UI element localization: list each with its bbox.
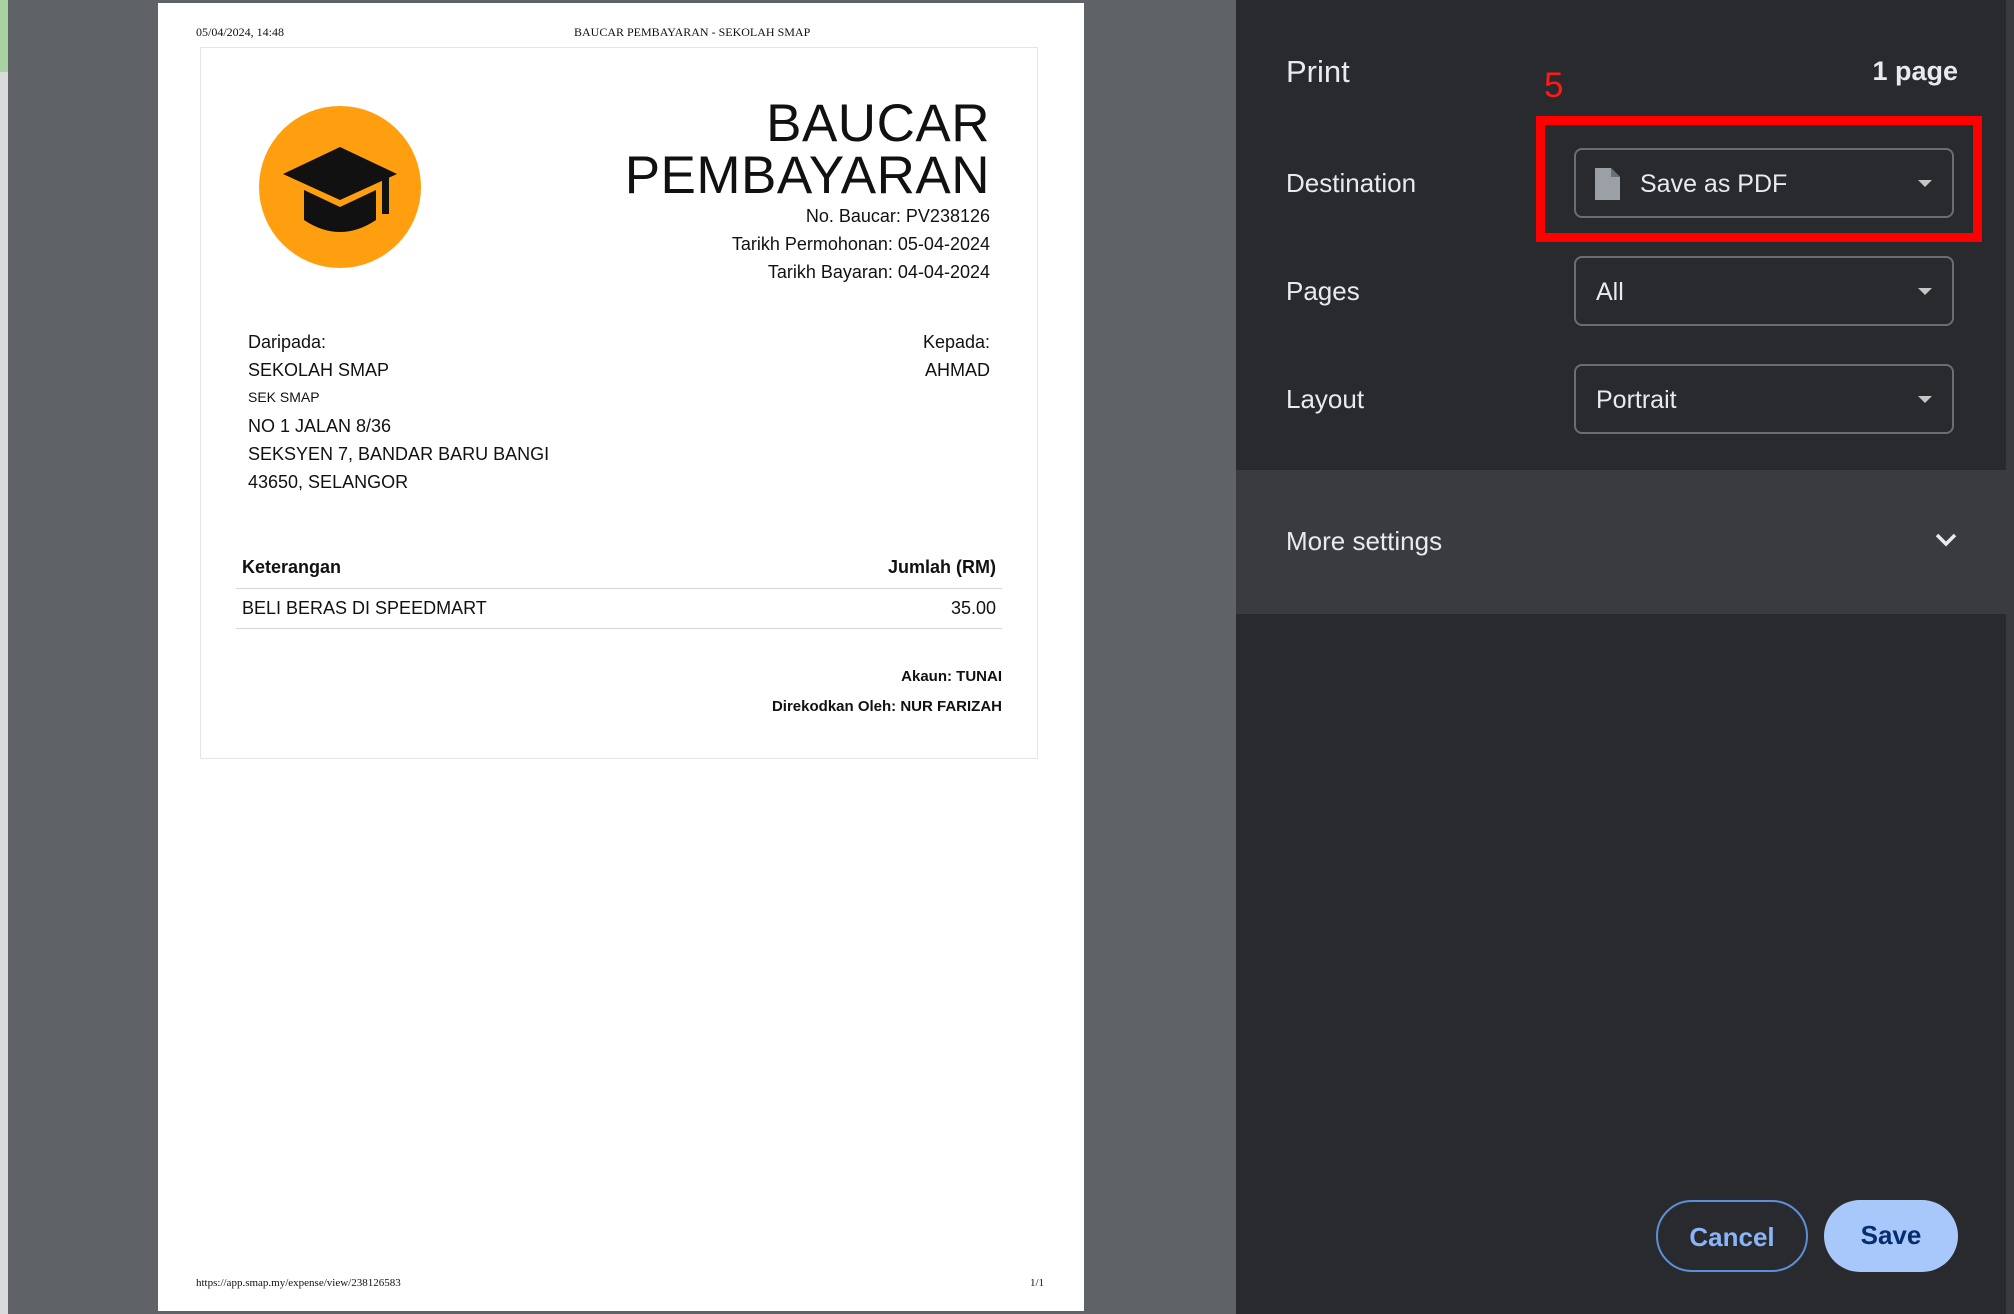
from-address-line1: NO 1 JALAN 8/36 — [248, 416, 392, 436]
account-text: Akaun: TUNAI — [901, 668, 1002, 685]
voucher-title: BAUCAR PEMBAYARAN — [624, 94, 990, 205]
left-window-edge — [0, 0, 8, 1314]
row-amount: 35.00 — [950, 598, 996, 618]
page-footer-url: https://app.smap.my/expense/view/2381265… — [196, 1277, 401, 1289]
more-settings-label: More settings — [1286, 526, 1443, 556]
from-short-name: SEK SMAP — [248, 389, 320, 405]
pages-label: Pages — [1286, 276, 1360, 306]
destination-label: Destination — [1286, 168, 1417, 198]
pages-value: All — [1596, 278, 1624, 306]
layout-select[interactable]: Portrait — [1574, 364, 1954, 434]
from-label: Daripada: — [248, 332, 327, 352]
document-icon — [1595, 168, 1620, 200]
from-address-line2: SEKSYEN 7, BANDAR BARU BANGI — [248, 444, 550, 464]
annotation-step-number: 5 — [1544, 66, 1564, 105]
table-header-description: Keterangan — [242, 557, 342, 577]
destination-select[interactable]: Save as PDF — [1574, 148, 1954, 218]
table-header-amount: Jumlah (RM) — [888, 557, 996, 577]
row-description: BELI BERAS DI SPEEDMART — [242, 598, 487, 618]
window-edge-accent — [0, 0, 8, 72]
pages-select[interactable]: All — [1574, 256, 1954, 326]
from-name: SEKOLAH SMAP — [248, 360, 390, 380]
table-header-divider — [236, 588, 1002, 589]
layout-value: Portrait — [1596, 386, 1677, 414]
destination-value: Save as PDF — [1640, 170, 1788, 198]
chevron-down-icon — [1918, 396, 1932, 403]
print-title: Print — [1286, 54, 1350, 89]
print-settings-panel: Print 1 page 5 Destination Save as PDF P… — [1236, 0, 2014, 1314]
voucher-title-line2: PEMBAYARAN — [624, 146, 990, 205]
payment-date: Tarikh Bayaran: 04-04-2024 — [767, 262, 990, 282]
chevron-down-icon — [1935, 533, 1957, 547]
request-date: Tarikh Permohonan: 05-04-2024 — [731, 234, 990, 254]
page-header-datetime: 05/04/2024, 14:48 — [196, 25, 285, 39]
chevron-down-icon — [1918, 180, 1932, 187]
print-preview-area[interactable]: 05/04/2024, 14:48 BAUCAR PEMBAYARAN - SE… — [8, 0, 1236, 1314]
payment-voucher: BAUCAR PEMBAYARAN No. Baucar: PV238126 T… — [200, 47, 1038, 759]
to-name: AHMAD — [924, 360, 990, 380]
school-logo — [259, 106, 421, 268]
preview-page: 05/04/2024, 14:48 BAUCAR PEMBAYARAN - SE… — [158, 3, 1084, 1311]
voucher-title-line1: BAUCAR — [766, 94, 990, 153]
table-row-divider — [236, 628, 1002, 629]
to-label: Kepada: — [922, 332, 990, 352]
panel-scrollbar-track — [2006, 0, 2014, 1314]
chevron-down-icon — [1918, 288, 1932, 295]
layout-label: Layout — [1286, 384, 1365, 414]
graduation-cap-icon — [283, 147, 397, 232]
recorded-by-text: Direkodkan Oleh: NUR FARIZAH — [771, 698, 1002, 715]
more-settings-toggle[interactable]: More settings — [1236, 470, 2006, 614]
voucher-number: No. Baucar: PV238126 — [805, 206, 990, 226]
from-address-line3: 43650, SELANGOR — [248, 472, 409, 492]
save-button[interactable]: Save — [1824, 1200, 1958, 1272]
page-header-title: BAUCAR PEMBAYARAN - SEKOLAH SMAP — [574, 25, 811, 39]
page-footer-number: 1/1 — [1029, 1277, 1044, 1289]
cancel-button[interactable]: Cancel — [1656, 1200, 1808, 1272]
page-count: 1 page — [1872, 56, 1958, 86]
